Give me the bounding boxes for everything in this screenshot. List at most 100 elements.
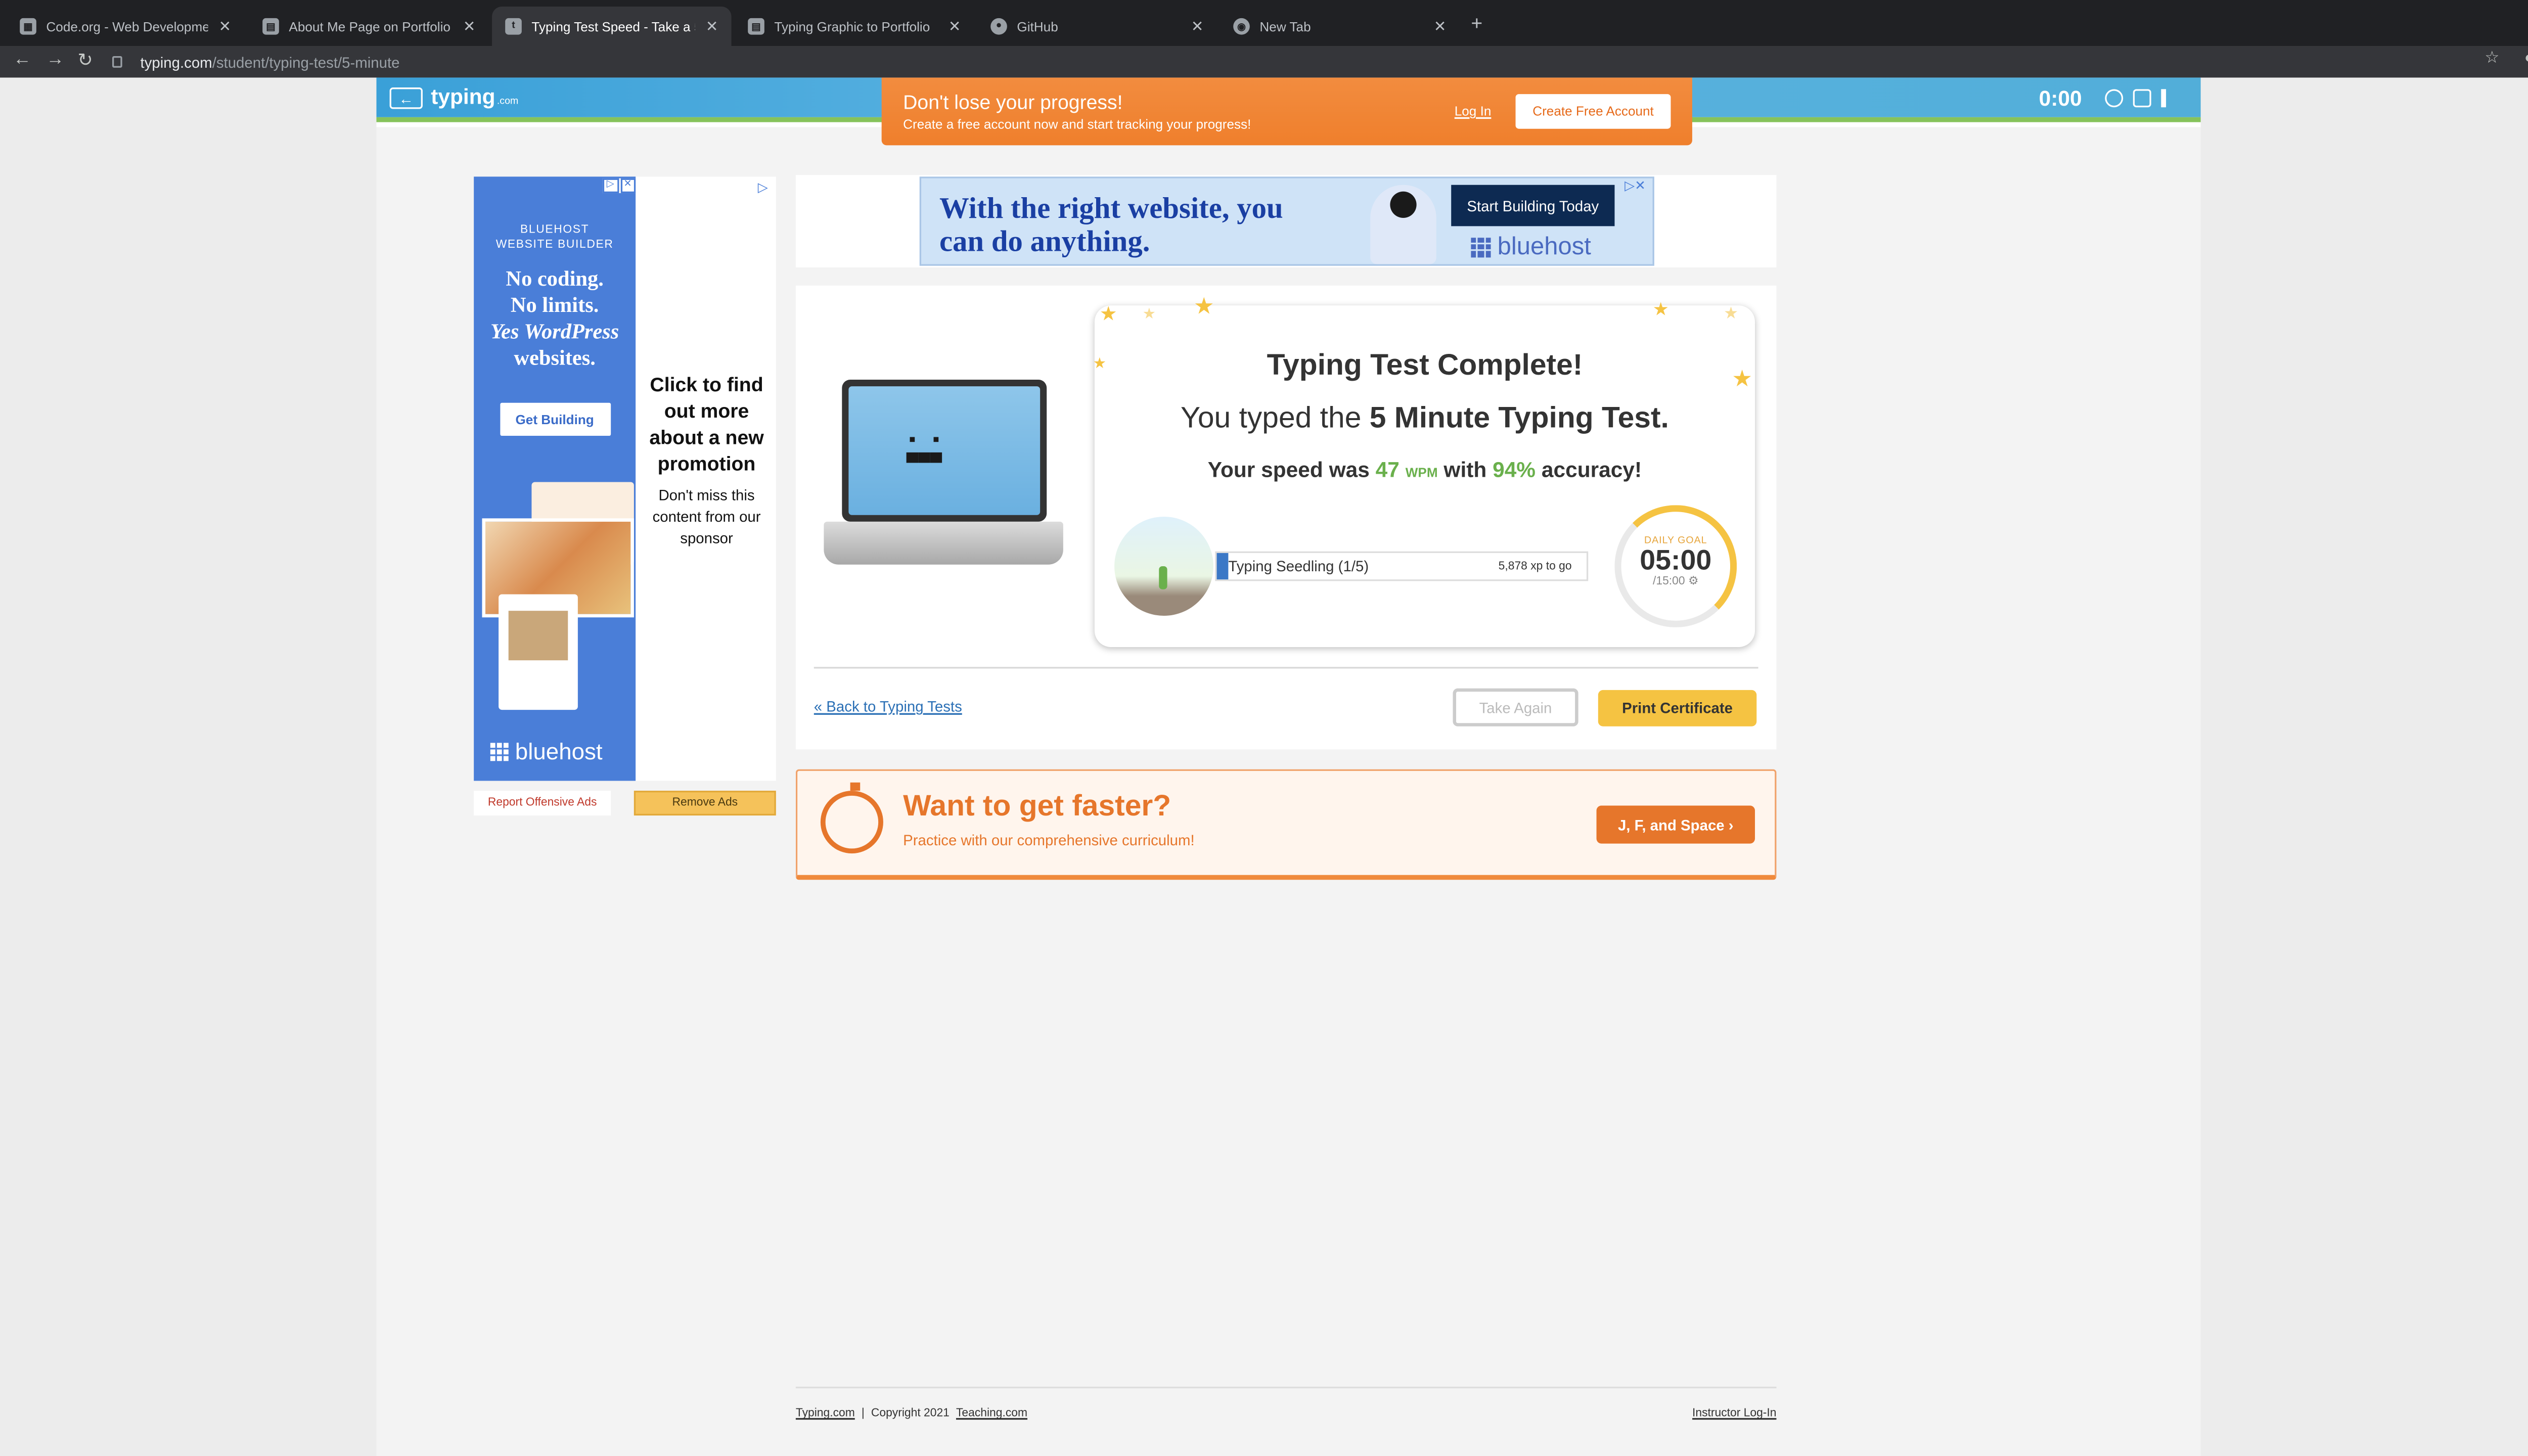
- get-building-button[interactable]: Get Building: [499, 402, 610, 436]
- daily-goal-ring: DAILY GOAL 05:00 /15:00 ⚙: [1614, 505, 1737, 627]
- url-host: typing.com: [140, 54, 212, 70]
- close-icon[interactable]: ✕: [1191, 17, 1204, 35]
- tab-title: Typing Test Speed - Take a 5 M: [531, 19, 696, 34]
- star-icon: ★: [1099, 302, 1117, 326]
- ad-headline-line: With the right website, you: [939, 191, 1283, 225]
- wpm-unit: WPM: [1405, 465, 1438, 481]
- browser-tab[interactable]: ◉ New Tab ✕: [1220, 7, 1459, 46]
- get-faster-title: Want to get faster?: [903, 789, 1171, 823]
- back-to-tests-link[interactable]: « Back to Typing Tests: [814, 698, 962, 715]
- get-faster-panel: Want to get faster? Practice with our co…: [795, 769, 1777, 880]
- browser-tab[interactable]: ● GitHub ✕: [977, 7, 1216, 46]
- banner-title: Don't lose your progress!: [903, 90, 1123, 114]
- top-ad[interactable]: With the right website, you can do anyth…: [795, 175, 1777, 267]
- profile-icon[interactable]: ●: [2524, 50, 2528, 68]
- keyboard-icon[interactable]: [2133, 89, 2151, 108]
- typing-logo[interactable]: typing .com: [431, 84, 518, 109]
- ad-slogan-line: Yes WordPress: [490, 318, 619, 344]
- history-icon[interactable]: [2105, 89, 2124, 108]
- address-bar[interactable]: typing.com/student/typing-test/5-minute: [112, 50, 2509, 74]
- ad-choices-icon[interactable]: ▷: [758, 180, 768, 195]
- close-icon[interactable]: ✕: [949, 17, 961, 35]
- bluehost-banner-ad[interactable]: With the right website, you can do anyth…: [919, 176, 1654, 266]
- ad-headline-line: can do anything.: [939, 224, 1150, 258]
- laptop-keyboard: [824, 521, 1063, 565]
- test-timer: 0:00: [2039, 85, 2082, 111]
- ad-brand: BLUEHOST WEBSITE BUILDER: [474, 223, 636, 253]
- separator: |: [861, 1408, 865, 1420]
- report-ads-button[interactable]: Report Offensive Ads: [474, 791, 611, 816]
- grid-icon: ▦: [20, 18, 36, 35]
- bluehost-logo: bluehost: [490, 738, 603, 764]
- gear-icon[interactable]: ⚙: [1688, 576, 1699, 588]
- logo-text: typing: [431, 84, 495, 109]
- jf-space-button[interactable]: J, F, and Space ›: [1596, 805, 1755, 844]
- accuracy-value: 94%: [1493, 457, 1536, 482]
- seedling-badge: [1114, 517, 1214, 616]
- ad-brand-line1: BLUEHOST: [520, 224, 590, 236]
- stopwatch-icon: [820, 782, 883, 854]
- speaker-icon[interactable]: [2161, 89, 2179, 108]
- promo-text[interactable]: Click to find out more about a new promo…: [644, 372, 769, 550]
- ad-slogan-line: No limits.: [510, 292, 599, 317]
- browser-tab[interactable]: ▦ Code.org - Web Development ✕: [7, 7, 244, 46]
- print-certificate-button[interactable]: Print Certificate: [1598, 690, 1757, 726]
- close-icon[interactable]: ✕: [706, 17, 718, 35]
- browser-tab[interactable]: ▤ Typing Graphic to Portfolio ✕: [735, 7, 974, 46]
- browser-tab-active[interactable]: t Typing Test Speed - Take a 5 M ✕: [492, 7, 732, 47]
- star-icon: ★: [1723, 305, 1739, 324]
- reload-icon[interactable]: ↻: [77, 50, 93, 71]
- results-card: ▪ ▪ ▀▀▀ ★ ★ ★ ★ ★ ★ ★ Typing Test Complet…: [795, 285, 1777, 750]
- star-icon: ★: [1193, 292, 1214, 319]
- tab-title: About Me Page on Portfolio: [289, 19, 450, 34]
- log-in-link[interactable]: Log In: [1455, 104, 1492, 119]
- ad-headline: With the right website, you can do anyth…: [939, 192, 1283, 258]
- content-area: BLUEHOST WEBSITE BUILDER No coding. No l…: [376, 127, 2201, 1456]
- speed-line: Your speed was 47 WPM with 94% accuracy!: [1095, 457, 1755, 482]
- star-icon: ★: [1142, 305, 1156, 322]
- daily-goal-total: /15:00 ⚙: [1621, 574, 1731, 588]
- copyright: Copyright 2021: [871, 1408, 950, 1420]
- ad-brand-line2: WEBSITE BUILDER: [495, 239, 614, 251]
- remove-ads-button[interactable]: Remove Ads: [634, 791, 776, 816]
- ad-choices-icon[interactable]: ▷ ✕: [602, 178, 636, 194]
- xp-to-go: 5,878 xp to go: [1498, 560, 1572, 572]
- forward-arrow-icon[interactable]: →: [46, 50, 64, 69]
- bluehost-ad-panel[interactable]: BLUEHOST WEBSITE BUILDER No coding. No l…: [474, 176, 636, 781]
- create-account-button[interactable]: Create Free Account: [1515, 94, 1671, 129]
- browser-tab[interactable]: ▤ About Me Page on Portfolio ✕: [249, 7, 488, 46]
- take-again-button[interactable]: Take Again: [1453, 688, 1578, 726]
- t-icon: t: [505, 18, 522, 35]
- ad-close-icon[interactable]: ▷✕: [1624, 178, 1646, 193]
- level-name: Typing Seedling (1/5): [1228, 558, 1369, 575]
- page-icon: ▤: [262, 18, 279, 35]
- new-tab-icon[interactable]: +: [1471, 12, 1482, 35]
- results-title: Typing Test Complete!: [1267, 348, 1583, 382]
- back-arrow-icon[interactable]: ←: [389, 87, 423, 109]
- close-icon[interactable]: ✕: [463, 17, 476, 35]
- accuracy-suffix: accuracy!: [1536, 457, 1642, 482]
- url-path: /student/typing-test/5-minute: [212, 54, 400, 70]
- teaching-com-link[interactable]: Teaching.com: [956, 1408, 1027, 1420]
- start-building-button[interactable]: Start Building Today: [1451, 185, 1615, 226]
- ad-slogan-line: websites.: [514, 345, 596, 370]
- results-bubble: ★ ★ ★ ★ ★ ★ ★ Typing Test Complete! You …: [1093, 292, 1755, 648]
- get-faster-subtitle: Practice with our comprehensive curricul…: [903, 832, 1195, 849]
- back-arrow-icon[interactable]: ←: [13, 50, 31, 69]
- wpm-value: 47 WPM: [1376, 457, 1438, 482]
- close-icon[interactable]: ✕: [1434, 17, 1447, 35]
- star-icon: ★: [1652, 300, 1669, 321]
- lock-icon: [112, 56, 122, 68]
- level-progress-fill: [1216, 553, 1229, 580]
- tab-title: Code.org - Web Development: [46, 19, 209, 34]
- bookmark-star-icon[interactable]: ☆: [2485, 50, 2499, 68]
- close-icon[interactable]: ✕: [219, 17, 232, 35]
- typed-prefix: You typed the: [1181, 401, 1370, 434]
- instructor-login-link[interactable]: Instructor Log-In: [1692, 1408, 1776, 1420]
- typing-com-link[interactable]: Typing.com: [796, 1408, 855, 1420]
- bluehost-grid-icon: [490, 742, 509, 760]
- sidebar-ad[interactable]: BLUEHOST WEBSITE BUILDER No coding. No l…: [474, 176, 776, 781]
- logo-suffix: .com: [496, 97, 519, 108]
- bluehost-logo-text: bluehost: [1497, 233, 1591, 261]
- tab-title: GitHub: [1017, 19, 1058, 34]
